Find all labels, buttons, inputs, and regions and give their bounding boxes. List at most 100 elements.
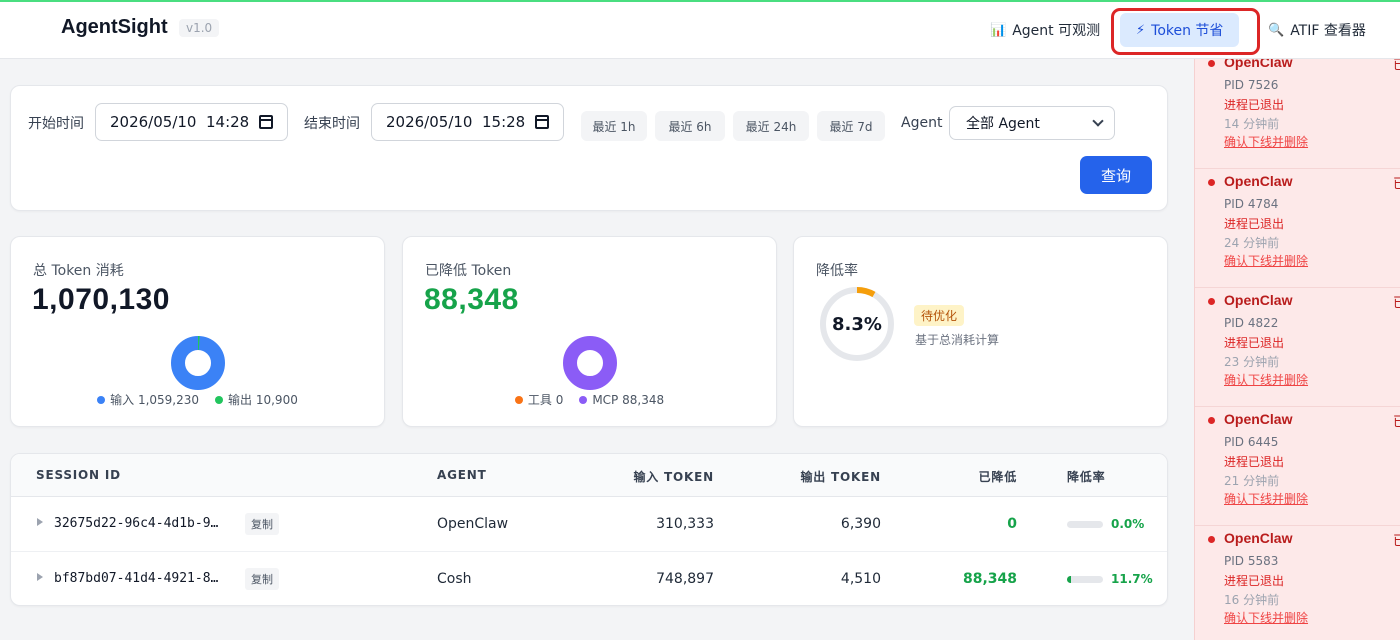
total-token-title: 总 Token 消耗 xyxy=(33,263,124,279)
process-pid: PID 4784 xyxy=(1224,197,1279,211)
rate-bar-fill xyxy=(1067,576,1072,583)
rate-bar xyxy=(1067,576,1103,583)
total-token-legend: 输入 1,059,230 输出 10,900 xyxy=(11,391,384,408)
input-token: 748,897 xyxy=(656,571,714,587)
process-name: OpenClaw xyxy=(1224,292,1293,308)
end-time-input[interactable]: 2026/05/10 15:28 xyxy=(371,103,564,141)
table-row[interactable]: 32675d22-96c4-4d1b-9… 复制 OpenClaw 310,33… xyxy=(11,497,1167,552)
session-table: SESSION ID AGENT 输入 TOKEN 输出 TOKEN 已降低 降… xyxy=(10,453,1168,606)
process-name: OpenClaw xyxy=(1224,530,1293,546)
agent-select-value: 全部 Agent xyxy=(966,116,1040,132)
table-header: SESSION ID AGENT 输入 TOKEN 输出 TOKEN 已降低 降… xyxy=(11,454,1167,497)
total-token-card: 总 Token 消耗 1,070,130 输入 1,059,230 输出 10,… xyxy=(10,236,385,427)
expand-caret-icon[interactable] xyxy=(37,573,43,581)
col-input-token[interactable]: 输入 TOKEN xyxy=(571,468,714,485)
process-card: OpenClaw 已 PID 4822 进程已退出 23 分钟前 确认下线并删除 xyxy=(1195,288,1400,407)
confirm-delete-link[interactable]: 确认下线并删除 xyxy=(1224,252,1308,269)
start-time-input[interactable]: 2026/05/10 14:28 xyxy=(95,103,288,141)
process-status: 进程已退出 xyxy=(1224,217,1285,231)
rate-value: 0.0% xyxy=(1111,517,1145,531)
calendar-icon[interactable] xyxy=(259,115,273,129)
confirm-delete-link[interactable]: 确认下线并删除 xyxy=(1224,490,1308,507)
process-tail: 已 xyxy=(1393,530,1400,549)
output-token: 6,390 xyxy=(840,516,881,532)
copy-button[interactable]: 复制 xyxy=(245,513,279,535)
nav-token-saving[interactable]: ⚡ Token 节省 xyxy=(1120,13,1240,47)
process-tail: 已 xyxy=(1393,59,1400,73)
legend-input: 输入 1,059,230 xyxy=(97,391,199,408)
confirm-delete-link[interactable]: 确认下线并删除 xyxy=(1224,133,1308,150)
legend-tool: 工具 0 xyxy=(514,391,563,408)
agent-name: Cosh xyxy=(437,571,472,587)
col-session-id[interactable]: SESSION ID xyxy=(36,468,121,482)
process-time: 14 分钟前 xyxy=(1224,117,1280,131)
quick-range-7d[interactable]: 最近 7d xyxy=(817,111,885,141)
magnifier-icon: 🔍 xyxy=(1268,22,1285,38)
query-button[interactable]: 查询 xyxy=(1080,156,1152,194)
status-dot-icon xyxy=(1208,60,1215,67)
nav-atif-viewer[interactable]: 🔍 ATIF 查看器 xyxy=(1258,12,1376,48)
reduced-token-legend: 工具 0 MCP 88,348 xyxy=(403,391,776,408)
total-token-value: 1,070,130 xyxy=(32,283,170,316)
col-agent[interactable]: AGENT xyxy=(437,468,487,482)
process-time: 24 分钟前 xyxy=(1224,236,1280,250)
process-status: 进程已退出 xyxy=(1224,455,1285,469)
rate-note: 基于总消耗计算 xyxy=(915,333,1000,347)
confirm-delete-link[interactable]: 确认下线并删除 xyxy=(1224,371,1308,388)
process-status: 进程已退出 xyxy=(1224,98,1285,112)
version-badge: v1.0 xyxy=(179,19,220,37)
nav-label: Token 节省 xyxy=(1151,23,1224,39)
reduction-rate-value: 8.3% xyxy=(832,313,882,335)
col-rate[interactable]: 降低率 xyxy=(1067,468,1105,485)
nav-agent-observability[interactable]: 📊 Agent 可观测 xyxy=(980,12,1110,48)
process-status: 进程已退出 xyxy=(1224,336,1285,350)
table-row[interactable]: bf87bd07-41d4-4921-8… 复制 Cosh 748,897 4,… xyxy=(11,552,1167,605)
process-card: OpenClaw 已 PID 7526 进程已退出 14 分钟前 确认下线并删除 xyxy=(1195,59,1400,169)
nav-label: Agent 可观测 xyxy=(1012,23,1101,39)
agent-select[interactable]: 全部 Agent xyxy=(949,106,1115,140)
copy-button[interactable]: 复制 xyxy=(245,568,279,590)
quick-range-6h[interactable]: 最近 6h xyxy=(655,111,725,141)
col-reduced[interactable]: 已降低 xyxy=(911,468,1017,485)
calendar-icon[interactable] xyxy=(535,115,549,129)
status-dot-icon xyxy=(1208,179,1215,186)
quick-range-1h[interactable]: 最近 1h xyxy=(581,111,647,141)
reduced-token: 0 xyxy=(1007,516,1017,532)
legend-mcp: MCP 88,348 xyxy=(579,391,664,408)
expand-caret-icon[interactable] xyxy=(37,518,43,526)
filter-panel: 开始时间 2026/05/10 14:28 结束时间 2026/05/10 15… xyxy=(10,85,1168,211)
legend-output: 输出 10,900 xyxy=(215,391,298,408)
reduction-rate-title: 降低率 xyxy=(816,263,858,279)
status-dot-icon xyxy=(1208,298,1215,305)
reduced-token-title: 已降低 Token xyxy=(425,263,512,279)
app-header: AgentSight v1.0 📊 Agent 可观测 ⚡ Token 节省 🔍… xyxy=(0,2,1400,59)
quick-range-24h[interactable]: 最近 24h xyxy=(733,111,809,141)
process-card: OpenClaw 已 PID 4784 进程已退出 24 分钟前 确认下线并删除 xyxy=(1195,169,1400,288)
status-badge: 待优化 xyxy=(914,305,965,326)
process-time: 23 分钟前 xyxy=(1224,355,1280,369)
reduced-token-value: 88,348 xyxy=(424,283,519,316)
donut-mcp-segment xyxy=(563,336,617,390)
rate-bar xyxy=(1067,521,1103,528)
agent-filter-label: Agent xyxy=(901,115,943,131)
start-time-label: 开始时间 xyxy=(28,116,84,132)
end-time-value: 2026/05/10 15:28 xyxy=(386,113,526,131)
process-pid: PID 7526 xyxy=(1224,78,1279,92)
col-output-token[interactable]: 输出 TOKEN xyxy=(741,468,881,485)
chevron-down-icon xyxy=(1092,115,1104,127)
nav-label: ATIF 查看器 xyxy=(1290,23,1366,39)
rate-value: 11.7% xyxy=(1111,572,1153,586)
process-name: OpenClaw xyxy=(1224,59,1293,70)
process-tail: 已 xyxy=(1393,173,1400,192)
start-time-value: 2026/05/10 14:28 xyxy=(110,113,250,131)
process-time: 16 分钟前 xyxy=(1224,593,1280,607)
process-status: 进程已退出 xyxy=(1224,574,1285,588)
bar-chart-icon: 📊 xyxy=(990,22,1007,38)
session-id: 32675d22-96c4-4d1b-9… xyxy=(54,516,219,531)
process-name: OpenClaw xyxy=(1224,411,1293,427)
reduction-rate-ring: 8.3% xyxy=(818,285,896,363)
status-dot-icon xyxy=(1208,417,1215,424)
confirm-delete-link[interactable]: 确认下线并删除 xyxy=(1224,609,1308,626)
agent-name: OpenClaw xyxy=(437,516,509,532)
brand-logo[interactable]: AgentSight xyxy=(61,16,168,39)
